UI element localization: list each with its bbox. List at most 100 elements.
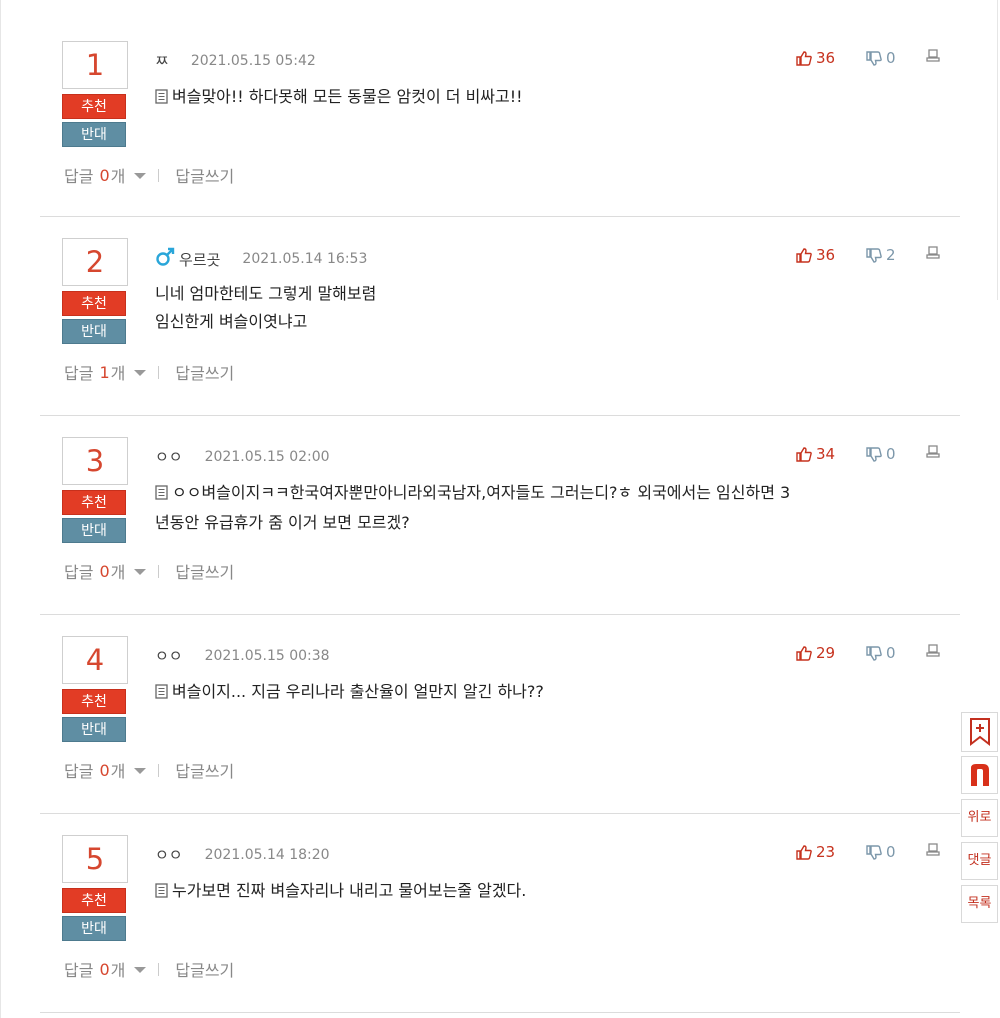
- thumb-up-icon: [796, 844, 812, 860]
- oppose-button[interactable]: 반대: [62, 319, 126, 344]
- thumb-down-icon: [866, 844, 882, 860]
- comment-item: 5 추천반대 ㅇㅇ 2021.05.14 18:20 23 0 누가보면 진짜 벼슬자리나 …: [40, 814, 960, 1013]
- author-name: ㅇㅇ: [155, 846, 183, 864]
- report-icon[interactable]: [926, 49, 940, 67]
- divider: [158, 763, 160, 777]
- comment-line: 누가보면 진짜 벼슬자리나 내리고 물어보는줄 알겠다.: [155, 877, 935, 907]
- author: ㅇㅇ: [155, 446, 183, 467]
- like-count[interactable]: 36: [796, 246, 866, 264]
- comment-text: 벼슬맞아!! 하다못해 모든 동물은 암컷이 더 비싸고!!: [172, 87, 523, 106]
- bookmark-icon: [969, 718, 990, 747]
- chevron-down-icon: [134, 967, 147, 973]
- oppose-button[interactable]: 반대: [62, 122, 126, 147]
- male-icon: [155, 247, 175, 271]
- comment-line: 벼슬이지... 지금 우리나라 출산율이 얼만지 알긴 하나??: [155, 678, 935, 708]
- bookmark-button[interactable]: [961, 712, 998, 752]
- dislike-count-value: 0: [886, 843, 896, 861]
- dislike-count-value: 0: [886, 644, 896, 662]
- write-reply-link[interactable]: 답글쓰기: [175, 559, 234, 583]
- like-count-value: 34: [816, 445, 836, 463]
- comment-date: 2021.05.15 02:00: [204, 448, 330, 465]
- comment-text: 누가보면 진짜 벼슬자리나 내리고 물어보는줄 알겠다.: [172, 881, 527, 900]
- author: ㅇㅇ: [155, 645, 183, 666]
- vote-stats: 36 2: [796, 246, 940, 264]
- like-count[interactable]: 29: [796, 644, 866, 662]
- like-count[interactable]: 23: [796, 843, 866, 861]
- report-icon[interactable]: [926, 843, 940, 861]
- report-icon[interactable]: [926, 644, 940, 662]
- recommend-button[interactable]: 추천: [62, 94, 126, 119]
- reply-bar: 답글 0 개 답글쓰기: [64, 163, 234, 187]
- oppose-button[interactable]: 반대: [62, 916, 126, 941]
- vote-stats: 34 0: [796, 445, 940, 463]
- reply-count: 0: [99, 561, 110, 581]
- dislike-count[interactable]: 0: [866, 445, 926, 463]
- like-count[interactable]: 34: [796, 445, 866, 463]
- author-name: 우르곳: [179, 250, 221, 269]
- thumb-down-icon: [866, 446, 882, 462]
- frame-border-right: [997, 0, 998, 300]
- reply-count-suffix: 개: [110, 961, 126, 980]
- chevron-down-icon: [134, 370, 147, 376]
- oppose-button[interactable]: 반대: [62, 518, 126, 543]
- comment-meta: ㅇㅇ 2021.05.14 18:20: [155, 844, 330, 865]
- comment-body: 누가보면 진짜 벼슬자리나 내리고 물어보는줄 알겠다.: [155, 877, 935, 907]
- memo-icon: [155, 879, 168, 907]
- like-count[interactable]: 36: [796, 49, 866, 67]
- write-reply-link[interactable]: 답글쓰기: [175, 360, 234, 384]
- dislike-count[interactable]: 2: [866, 246, 926, 264]
- naver-share-button[interactable]: [961, 756, 998, 794]
- vote-stats: 23 0: [796, 843, 940, 861]
- comment-date: 2021.05.14 18:20: [204, 846, 330, 863]
- reply-toggle[interactable]: 답글 0 개: [64, 559, 147, 583]
- write-reply-link[interactable]: 답글쓰기: [175, 758, 234, 782]
- thumb-up-icon: [796, 645, 812, 661]
- rank-number: 5: [62, 835, 128, 883]
- recommend-button[interactable]: 추천: [62, 490, 126, 515]
- dislike-count[interactable]: 0: [866, 49, 926, 67]
- write-reply-link[interactable]: 답글쓰기: [175, 163, 234, 187]
- reply-count-suffix: 개: [110, 563, 126, 582]
- author: ㅉ: [155, 50, 169, 71]
- divider: [158, 168, 160, 182]
- report-icon[interactable]: [926, 445, 940, 463]
- dislike-count[interactable]: 0: [866, 843, 926, 861]
- reply-count-suffix: 개: [110, 762, 126, 781]
- comment-meta: ㅉ 2021.05.15 05:42: [155, 50, 316, 71]
- reply-count: 0: [99, 165, 110, 185]
- comment-text: ㅇㅇ벼슬이지ㅋㅋ한국여자뿐만아니라외국남자,여자들도 그러는디?ㅎ 외국에서는 …: [172, 483, 791, 502]
- go-list-button[interactable]: 목록: [961, 885, 998, 923]
- thumb-up-icon: [796, 50, 812, 66]
- write-reply-link[interactable]: 답글쓰기: [175, 957, 234, 981]
- author-name: ㅇㅇ: [155, 647, 183, 665]
- vote-stats: 29 0: [796, 644, 940, 662]
- reply-toggle[interactable]: 답글 1 개: [64, 360, 147, 384]
- reply-toggle[interactable]: 답글 0 개: [64, 758, 147, 782]
- thumb-up-icon: [796, 247, 812, 263]
- recommend-button[interactable]: 추천: [62, 291, 126, 316]
- like-count-value: 29: [816, 644, 836, 662]
- naver-n-icon: [970, 764, 989, 786]
- thumb-down-icon: [866, 50, 882, 66]
- comment-line: 임신한게 벼슬이엿냐고: [155, 308, 935, 336]
- comment-meta: ㅇㅇ 2021.05.15 02:00: [155, 446, 330, 467]
- reply-bar: 답글 0 개 답글쓰기: [64, 758, 234, 782]
- report-icon[interactable]: [926, 246, 940, 264]
- rank-number: 4: [62, 636, 128, 684]
- reply-toggle[interactable]: 답글 0 개: [64, 957, 147, 981]
- dislike-count[interactable]: 0: [866, 644, 926, 662]
- recommend-button[interactable]: 추천: [62, 689, 126, 714]
- recommend-button[interactable]: 추천: [62, 888, 126, 913]
- comment-date: 2021.05.14 16:53: [242, 251, 368, 267]
- comment-text: 벼슬이지... 지금 우리나라 출산율이 얼만지 알긴 하나??: [172, 682, 544, 701]
- go-comments-button[interactable]: 댓글: [961, 842, 998, 880]
- like-count-value: 23: [816, 843, 836, 861]
- comment-date: 2021.05.15 05:42: [190, 52, 316, 69]
- reply-toggle[interactable]: 답글 0 개: [64, 163, 147, 187]
- reply-label: 답글: [64, 167, 94, 186]
- like-count-value: 36: [816, 49, 836, 67]
- divider: [158, 365, 160, 379]
- scroll-top-button[interactable]: 위로: [961, 799, 998, 837]
- reply-label: 답글: [64, 563, 94, 582]
- oppose-button[interactable]: 반대: [62, 717, 126, 742]
